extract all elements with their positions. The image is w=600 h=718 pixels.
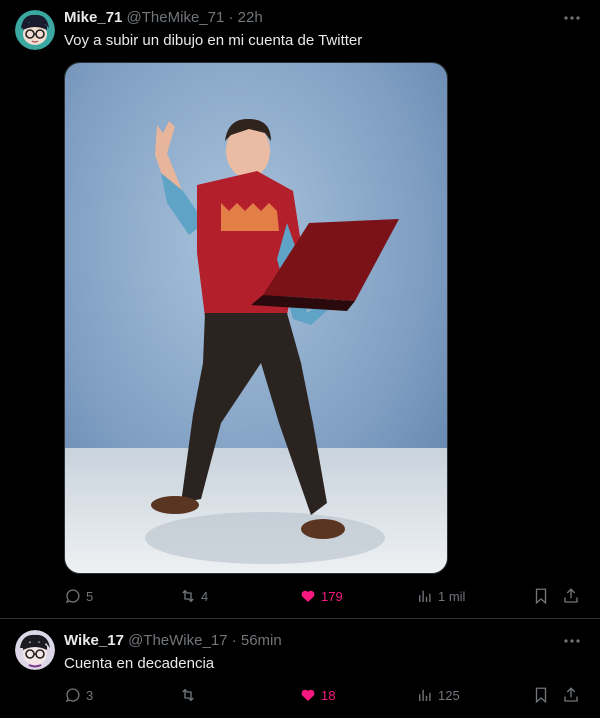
views-icon	[419, 689, 431, 701]
reply-icon	[65, 589, 80, 604]
views-count: 1 mil	[438, 588, 466, 604]
views-icon	[419, 590, 431, 602]
tweet-header: Wike_17 @TheWike_17 · 56min	[64, 632, 282, 649]
share-button[interactable]	[562, 584, 580, 608]
tweet[interactable]: Mike_71 @TheMike_71 · 22h Voy a subir un…	[0, 0, 600, 619]
tweet-text: Voy a subir un dibujo en mi cuenta de Tw…	[64, 32, 363, 49]
tweet[interactable]: Wike_17 @TheWike_17 · 56min Cuenta en de…	[0, 619, 600, 718]
user-handle[interactable]: @TheMike_71	[127, 9, 225, 26]
bookmark-icon	[535, 588, 547, 605]
retweet-icon	[182, 688, 194, 702]
reply-count: 3	[86, 687, 94, 703]
share-icon	[564, 687, 578, 702]
retweet-button[interactable]	[179, 683, 201, 707]
like-count: 179	[321, 588, 343, 604]
retweet-count: 4	[201, 588, 209, 604]
more-icon[interactable]	[562, 631, 582, 651]
share-button[interactable]	[562, 683, 580, 707]
tweet-header: Mike_71 @TheMike_71 · 22h	[64, 9, 263, 26]
like-count: 18	[321, 687, 336, 703]
share-icon	[564, 588, 578, 603]
more-icon[interactable]	[562, 8, 582, 28]
like-button[interactable]: 18	[299, 683, 335, 707]
views-button[interactable]: 125	[416, 683, 460, 707]
action-bar: 3 18 125	[64, 683, 584, 707]
avatar[interactable]	[15, 630, 55, 670]
avatar[interactable]	[15, 10, 55, 50]
display-name[interactable]: Wike_17	[64, 632, 124, 649]
like-button[interactable]: 179	[299, 584, 343, 608]
bookmark-button[interactable]	[532, 683, 550, 707]
views-count: 125	[438, 687, 460, 703]
timestamp[interactable]: · 56min	[232, 632, 282, 649]
views-button[interactable]: 1 mil	[416, 584, 465, 608]
display-name[interactable]: Mike_71	[64, 9, 122, 26]
user-handle[interactable]: @TheWike_17	[128, 632, 227, 649]
timestamp[interactable]: · 22h	[229, 9, 263, 26]
retweet-button[interactable]: 4	[179, 584, 208, 608]
tweet-text: Cuenta en decadencia	[64, 655, 215, 672]
heart-icon	[301, 590, 315, 602]
reply-icon	[65, 688, 80, 703]
reply-button[interactable]: 3	[64, 683, 93, 707]
reply-count: 5	[86, 588, 94, 604]
heart-icon	[301, 689, 315, 701]
bookmark-icon	[535, 687, 547, 704]
tweet-image[interactable]	[64, 62, 448, 574]
retweet-icon	[182, 589, 194, 603]
action-bar: 5 4 179 1 mil	[64, 584, 584, 608]
bookmark-button[interactable]	[532, 584, 550, 608]
reply-button[interactable]: 5	[64, 584, 93, 608]
